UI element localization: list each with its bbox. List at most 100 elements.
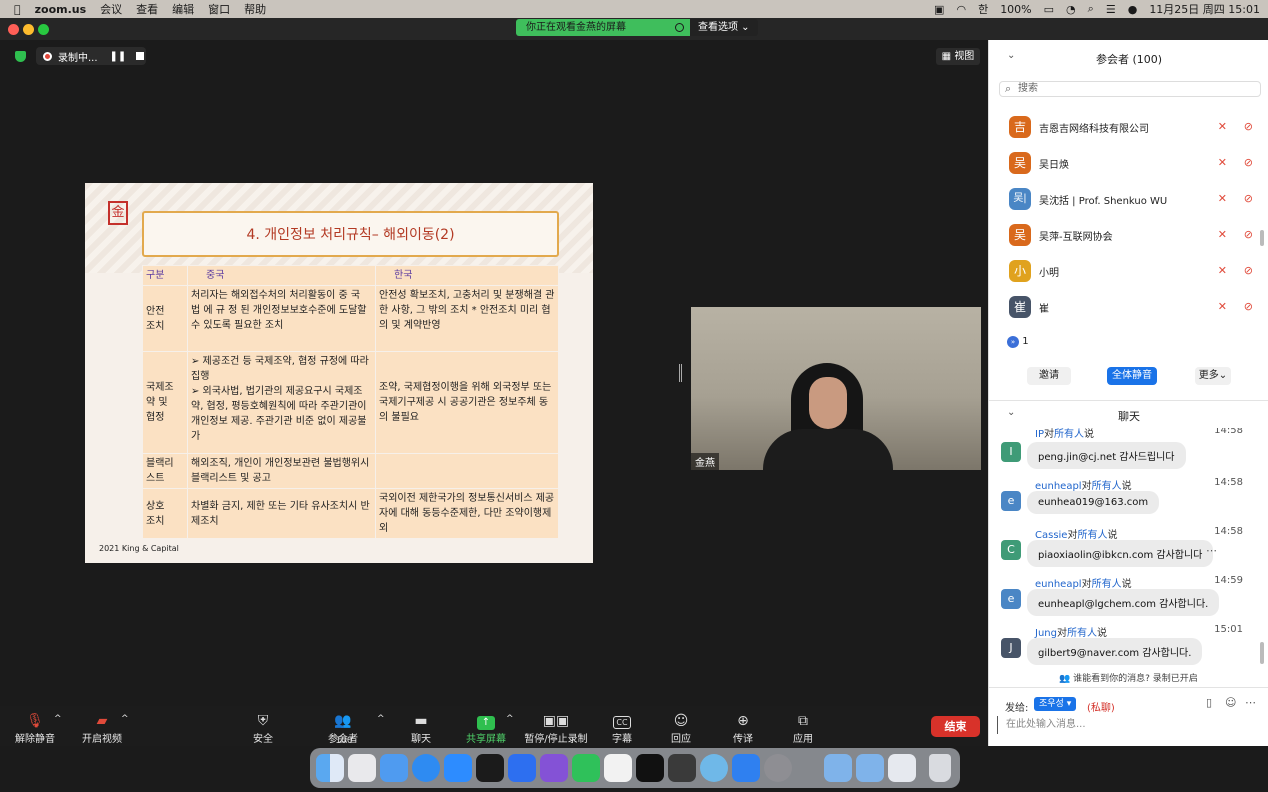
- participant-row[interactable]: 吴 吴日焕 ✕ ⊘: [1009, 150, 1259, 176]
- minimize-window-button[interactable]: [23, 24, 34, 35]
- pause-recording-button[interactable]: ❚❚: [110, 51, 127, 62]
- headphones-icon[interactable]: ◠: [956, 3, 966, 16]
- participants-button[interactable]: 👥100 参会者: [326, 712, 360, 746]
- siri-icon[interactable]: ●: [1128, 3, 1138, 16]
- raised-hands-indicator[interactable]: » 1: [1007, 336, 1029, 348]
- chat-bubble[interactable]: gilbert9@naver.com 감사합니다.: [1027, 638, 1203, 665]
- security-button[interactable]: ⛨ 安全: [248, 712, 278, 745]
- mic-muted-icon[interactable]: ✕: [1218, 192, 1227, 205]
- search-icon[interactable]: ⌕: [1088, 2, 1094, 16]
- video-off-icon[interactable]: ⊘: [1244, 228, 1253, 241]
- participant-row[interactable]: 小 小明 ✕ ⊘: [1009, 258, 1259, 284]
- menu-item-view[interactable]: 查看: [136, 1, 158, 17]
- finder-icon[interactable]: [316, 754, 344, 782]
- mic-muted-icon[interactable]: ✕: [1218, 156, 1227, 169]
- app-icon-blue[interactable]: [508, 754, 536, 782]
- chat-scrollbar[interactable]: [1260, 642, 1264, 664]
- mail-icon[interactable]: [380, 754, 408, 782]
- launchpad-icon[interactable]: [348, 754, 376, 782]
- visibility-notice[interactable]: 👥 谁能看到你的消息? 录制已开启: [1059, 671, 1198, 684]
- battery-icon[interactable]: ▭: [1044, 3, 1054, 16]
- app-store-icon[interactable]: [732, 754, 760, 782]
- participant-row[interactable]: 崔 崔 ✕ ⊘: [1009, 294, 1259, 320]
- invite-button[interactable]: 邀请: [1027, 367, 1071, 385]
- app-icon-s[interactable]: [476, 754, 504, 782]
- applications-folder-icon[interactable]: [824, 754, 852, 782]
- menu-app-name[interactable]: zoom.us: [35, 3, 87, 16]
- mic-muted-icon[interactable]: ✕: [1218, 228, 1227, 241]
- mic-muted-icon[interactable]: ✕: [1218, 300, 1227, 313]
- view-button[interactable]: ▦ 视图: [936, 48, 980, 65]
- chat-avatar: e: [1001, 491, 1021, 511]
- pause-stop-recording-button[interactable]: ▣▣ 暂停/停止录制: [524, 712, 588, 745]
- captions-button[interactable]: CC 字幕: [610, 712, 634, 745]
- participant-row[interactable]: 吴 吴萍-互联网协会 ✕ ⊘: [1009, 222, 1259, 248]
- recent-window-icon[interactable]: [888, 754, 916, 782]
- menu-item-window[interactable]: 窗口: [208, 1, 230, 17]
- speaker-video-tile[interactable]: 金燕: [691, 307, 981, 470]
- zoom-window-button[interactable]: [38, 24, 49, 35]
- file-icon[interactable]: ▯: [1206, 696, 1212, 709]
- chat-bubble[interactable]: piaoxiaolin@ibkcn.com 감사합니다: [1027, 540, 1214, 567]
- stop-recording-button[interactable]: [136, 52, 145, 60]
- share-screen-button[interactable]: ↑ 共享屏幕: [466, 712, 506, 745]
- trash-icon[interactable]: [929, 754, 951, 782]
- audio-options-caret[interactable]: ^: [54, 714, 62, 724]
- unmute-button[interactable]: 🎙 解除静音: [12, 712, 58, 745]
- wechat-icon[interactable]: [572, 754, 600, 782]
- close-window-button[interactable]: [8, 24, 19, 35]
- participants-search-input[interactable]: 搜索: [999, 81, 1261, 97]
- menu-item-meeting[interactable]: 会议: [100, 1, 122, 17]
- start-video-button[interactable]: ▰ 开启视频: [80, 712, 124, 745]
- security-shield-icon[interactable]: [15, 51, 26, 62]
- safari-icon[interactable]: [412, 754, 440, 782]
- end-meeting-button[interactable]: 结束: [931, 716, 980, 737]
- mic-muted-icon[interactable]: ✕: [1218, 264, 1227, 277]
- mute-all-button[interactable]: 全体静音: [1107, 367, 1157, 385]
- app-icon-circles[interactable]: [604, 754, 632, 782]
- reactions-button[interactable]: ☺ 回应: [668, 712, 694, 745]
- chat-button[interactable]: ▬ 聊天: [408, 712, 434, 745]
- interpretation-button[interactable]: ⊕ 传译: [730, 712, 756, 745]
- meeting-toolbar: 🎙 解除静音 ^ ▰ 开启视频 ^ ⛨ 安全 👥100 参会者 ^ ▬ 聊天 ↑ 共享屏幕 …: [0, 706, 988, 746]
- chat-bubble[interactable]: eunhea019@163.com: [1027, 491, 1160, 514]
- participant-row[interactable]: 吴| 吴沈括 | Prof. Shenkuo WU ✕ ⊘: [1009, 186, 1259, 212]
- menu-item-edit[interactable]: 编辑: [172, 1, 194, 17]
- mic-muted-icon[interactable]: ✕: [1218, 120, 1227, 133]
- chat-message-input[interactable]: 在此处输入消息...: [997, 716, 1257, 734]
- wifi-icon[interactable]: ◔: [1066, 3, 1076, 16]
- apple-icon[interactable]: : [14, 3, 21, 16]
- chat-bubble[interactable]: eunheapl@lgchem.com 감사합니다.: [1027, 589, 1220, 616]
- participants-scrollbar[interactable]: [1260, 230, 1264, 246]
- message-more-icon[interactable]: ⋯: [1206, 544, 1217, 557]
- menu-item-help[interactable]: 帮助: [244, 1, 266, 17]
- video-options-caret[interactable]: ^: [121, 714, 129, 724]
- app-icon-purple[interactable]: [540, 754, 568, 782]
- system-settings-icon[interactable]: [764, 754, 792, 782]
- video-off-icon[interactable]: ⊘: [1244, 300, 1253, 313]
- app-icon-lens[interactable]: [700, 754, 728, 782]
- apps-button[interactable]: ⧉ 应用: [790, 712, 816, 745]
- video-off-icon[interactable]: ⊘: [1244, 264, 1253, 277]
- chat-more-icon[interactable]: ⋯: [1245, 696, 1256, 709]
- send-to-select[interactable]: 조우성 ▾: [1034, 697, 1077, 711]
- video-off-icon[interactable]: ⊘: [1244, 192, 1253, 205]
- share-options-caret[interactable]: ^: [506, 714, 514, 724]
- view-options-button[interactable]: 查看选项 ⌄: [690, 19, 758, 36]
- downloads-folder-icon[interactable]: [856, 754, 884, 782]
- participants-options-caret[interactable]: ^: [377, 714, 385, 724]
- capcut-icon[interactable]: [636, 754, 664, 782]
- video-off-icon[interactable]: ⊘: [1244, 156, 1253, 169]
- control-center-icon[interactable]: ☰: [1106, 3, 1116, 16]
- more-button[interactable]: 更多⌄: [1195, 367, 1231, 385]
- panel-splitter-handle[interactable]: [679, 364, 682, 382]
- clock[interactable]: 11月25日 周四 15:01: [1149, 1, 1260, 17]
- chat-bubble[interactable]: peng.jin@cj.net 감사드립니다: [1027, 442, 1186, 469]
- calculator-icon[interactable]: [668, 754, 696, 782]
- zoom-status-icon[interactable]: ▣: [934, 3, 944, 16]
- input-method-icon[interactable]: 한: [978, 1, 988, 17]
- participant-row[interactable]: 吉 吉恩吉网络科技有限公司 ✕ ⊘: [1009, 114, 1259, 140]
- zoom-icon[interactable]: [444, 754, 472, 782]
- video-off-icon[interactable]: ⊘: [1244, 120, 1253, 133]
- emoji-icon[interactable]: ☺: [1225, 696, 1236, 709]
